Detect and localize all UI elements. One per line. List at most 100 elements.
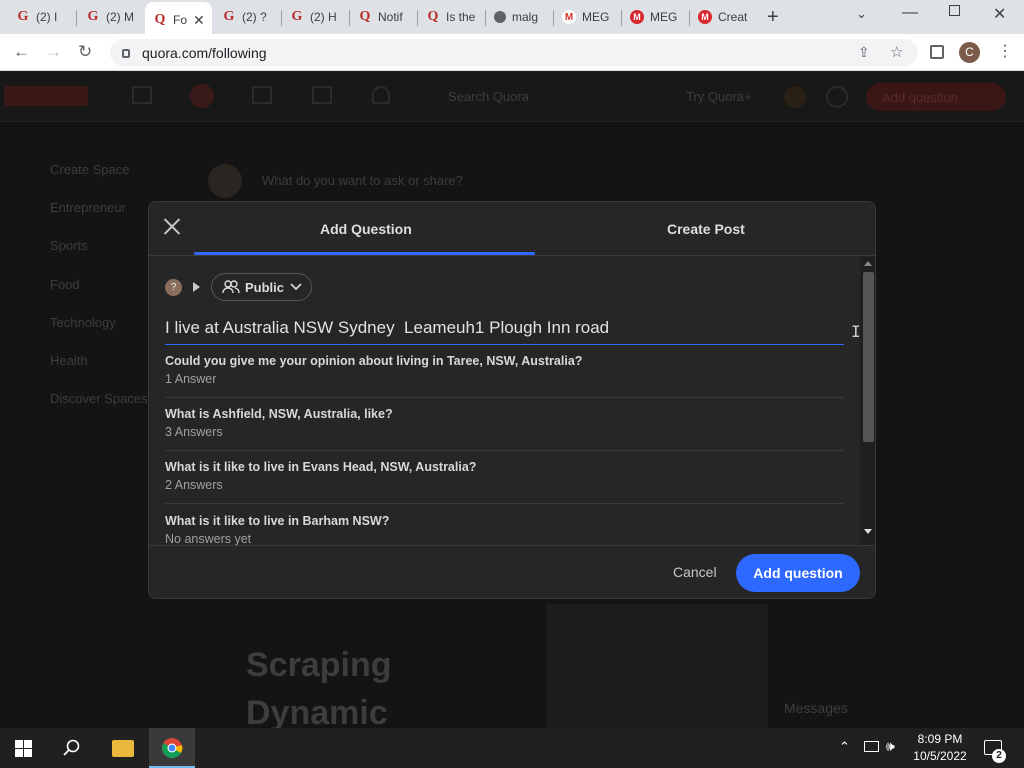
browser-tab[interactable]: Q Is the (418, 6, 482, 28)
sidebar-item: Food (50, 277, 80, 292)
scroll-down-icon[interactable] (864, 529, 872, 534)
sidebar-item: Discover Spaces (50, 391, 148, 406)
home-icon (132, 86, 152, 104)
side-panel-icon[interactable] (930, 45, 944, 59)
browser-tab[interactable]: G (2) M (78, 6, 142, 28)
search-icon[interactable] (63, 739, 81, 757)
tray-chevron-up-icon[interactable]: ⌃ (839, 739, 850, 755)
volume-icon[interactable]: 🕪 (886, 738, 895, 755)
clock-date[interactable]: 10/5/2022 (906, 749, 974, 763)
video-thumbnail (546, 604, 768, 728)
add-question-modal: Add Question Create Post ? Public I Coul… (148, 201, 876, 599)
restore-icon[interactable] (949, 5, 960, 16)
tab-add-question[interactable]: Add Question (320, 221, 412, 237)
quora-icon: Q (427, 9, 439, 24)
back-icon[interactable]: ← (13, 43, 30, 60)
tab-search-icon[interactable]: ⌄ (856, 6, 867, 22)
suggestion-item[interactable]: What is it like to live in Evans Head, N… (165, 451, 844, 504)
tab-title: Fo (173, 13, 188, 27)
following-icon (190, 84, 214, 108)
audience-dropdown[interactable]: Public (211, 273, 312, 301)
add-question-button[interactable]: Add question (736, 554, 860, 592)
audience-label: Public (245, 279, 285, 295)
quora-icon: Q (359, 9, 371, 24)
suggestion-answer-count: 3 Answers (165, 425, 223, 439)
browser-tab[interactable]: M MEG (622, 6, 686, 28)
suggestion-title[interactable]: What is it like to live in Evans Head, N… (165, 460, 476, 474)
chrome-taskbar-button[interactable] (149, 728, 195, 768)
tab-title: (2) M (106, 10, 134, 24)
quora-icon: Q (154, 12, 166, 27)
cancel-button[interactable]: Cancel (673, 564, 717, 580)
tab-title: (2) I (36, 10, 58, 24)
suggestion-title[interactable]: Could you give me your opinion about liv… (165, 354, 582, 368)
tab-title: (2) H (310, 10, 337, 24)
browser-tab[interactable]: malg (486, 6, 550, 28)
suggestion-item[interactable]: What is it like to live in Barham NSW? N… (165, 505, 844, 545)
browser-tab[interactable]: M MEG (554, 6, 618, 28)
taskbar: ⌃ 🕪 8:09 PM 10/5/2022 2 (0, 728, 1024, 768)
try-quora-plus: Try Quora+ (686, 89, 752, 104)
notifications-icon (372, 86, 390, 104)
close-icon[interactable] (162, 216, 182, 236)
people-icon (222, 280, 240, 294)
menu-kebab-icon[interactable]: ⋮ (997, 43, 1013, 60)
chrome-icon (162, 738, 183, 759)
browser-tab[interactable]: G (2) I (8, 6, 72, 28)
browser-tab[interactable]: M Creat (690, 6, 754, 28)
minimize-icon[interactable]: — (902, 4, 918, 22)
windows-start-icon[interactable] (15, 740, 32, 757)
tab-title: MEG (650, 10, 678, 24)
suggestion-title[interactable]: What is it like to live in Barham NSW? (165, 514, 389, 528)
video-title-line: Scraping (246, 646, 392, 684)
mega-icon: M (698, 10, 712, 24)
avatar (784, 86, 806, 108)
bookmark-star-icon[interactable]: ☆ (890, 44, 903, 61)
new-tab-icon[interactable]: + (767, 6, 779, 29)
browser-tab[interactable]: Q Notif (350, 6, 414, 28)
suggestion-title[interactable]: What is Ashfield, NSW, Australia, like? (165, 407, 393, 421)
video-title-line: Dynamic (246, 694, 388, 728)
sidebar-item: Health (50, 353, 88, 368)
active-tab-indicator (194, 252, 535, 255)
modal-body: ? Public I Could you give me your opinio… (149, 257, 875, 545)
window-close-icon[interactable]: ✕ (993, 4, 1006, 24)
sidebar-item: Technology (50, 315, 116, 330)
lock-icon[interactable] (122, 49, 130, 58)
sidebar-item: Sports (50, 238, 88, 253)
scroll-thumb[interactable] (863, 272, 874, 442)
quora-icon: G (223, 9, 235, 24)
suggestion-item[interactable]: Could you give me your opinion about liv… (165, 345, 844, 398)
tab-title: Notif (378, 10, 403, 24)
share-icon[interactable]: ⇪ (858, 44, 870, 61)
chevron-down-icon (290, 283, 302, 291)
browser-tab-active[interactable]: Q Fo ✕ (145, 2, 212, 34)
tab-title: Is the (446, 10, 476, 24)
close-icon[interactable]: ✕ (193, 12, 205, 29)
answer-icon (252, 86, 272, 104)
browser-tab[interactable]: G (2) ? (214, 6, 278, 28)
browser-tab[interactable]: G (2) H (282, 6, 346, 28)
sidebar-item: Create Space (50, 162, 130, 177)
avatar: ? (165, 279, 182, 296)
notification-count-badge: 2 (992, 749, 1006, 763)
avatar (208, 164, 242, 198)
network-icon[interactable] (864, 741, 879, 752)
tab-title: malg (512, 10, 539, 24)
tab-title: MEG (582, 10, 610, 24)
suggestion-answer-count: No answers yet (165, 532, 252, 545)
caret-right-icon[interactable] (193, 282, 200, 292)
mega-icon: M (630, 10, 644, 24)
clock-time[interactable]: 8:09 PM (910, 732, 970, 746)
file-explorer-icon[interactable] (112, 740, 134, 757)
reload-icon[interactable]: ↻ (78, 43, 92, 60)
scroll-up-icon[interactable] (864, 261, 872, 266)
address-bar[interactable]: quora.com/following ⇪ ☆ (110, 39, 918, 66)
forward-icon[interactable]: → (45, 43, 62, 60)
scrollbar[interactable] (860, 257, 875, 545)
question-input[interactable] (165, 312, 844, 345)
profile-avatar[interactable]: C (959, 42, 980, 63)
tab-create-post[interactable]: Create Post (667, 221, 745, 237)
suggestion-item[interactable]: What is Ashfield, NSW, Australia, like? … (165, 398, 844, 451)
globe-icon (494, 11, 506, 23)
